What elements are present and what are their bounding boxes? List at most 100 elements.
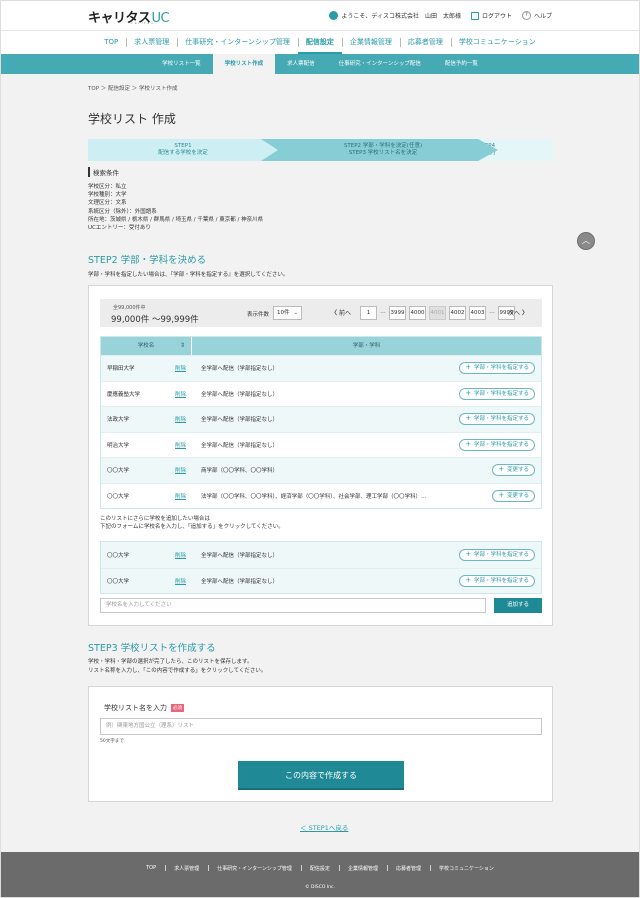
subnav-job-delivery[interactable]: 求人票配信 xyxy=(275,54,327,74)
school-name-input[interactable]: 学校名を入力してください xyxy=(100,598,486,613)
total-count: 全99,000件中 xyxy=(113,305,146,311)
plus-icon: ＋ xyxy=(465,365,471,372)
chevron-down-icon: ⌄ xyxy=(293,310,298,316)
delete-link[interactable]: 削除 xyxy=(175,577,192,585)
delete-link[interactable]: 削除 xyxy=(175,441,192,449)
specify-department-button[interactable]: ＋学部・学科を指定する xyxy=(459,438,535,451)
change-button[interactable]: ＋変更する xyxy=(492,489,535,502)
sub-nav: 学校リスト一覧 学校リスト作成 求人票配信 仕事研究・インターンシップ配信 配信… xyxy=(0,54,640,74)
step2-title: STEP2 学部・学科を決める xyxy=(88,255,207,266)
footer-link-school-comm[interactable]: 学校コミュニケーション xyxy=(429,865,503,872)
header: キャリタスUC c a r i t a s ようこそ、ディスコ株式会社 山田 太… xyxy=(0,0,640,30)
scroll-top-button[interactable]: ︿ xyxy=(577,232,595,250)
step3-title: STEP3 学校リストを作成する xyxy=(88,643,216,654)
specify-department-button[interactable]: ＋学部・学科を指定する xyxy=(459,362,535,375)
conditions-list: 学校区分：私立 学校種別：大学 文理区分：文系 系統区分（除外）：外国語系 所在… xyxy=(88,184,264,232)
footer-link-company[interactable]: 企業情報管理 xyxy=(338,865,387,872)
plus-icon: ＋ xyxy=(465,577,471,584)
chevron-right-icon: 〉 xyxy=(521,310,528,317)
logo[interactable]: キャリタスUC xyxy=(88,7,170,26)
page-button[interactable]: 4002 xyxy=(449,306,466,320)
delete-link[interactable]: 削除 xyxy=(175,551,192,559)
user-icon xyxy=(329,11,339,20)
page-button[interactable]: 1 xyxy=(360,306,377,320)
change-button[interactable]: ＋変更する xyxy=(492,464,535,477)
table-row: 〇〇大学 削除 商学部（〇〇学科、〇〇学科） ＋変更する xyxy=(101,457,541,483)
copyright: © DISCO Inc. xyxy=(305,885,335,890)
added-school-table: 〇〇大学 削除 全学部へ配信（学部指定なし） ＋学部・学科を指定する 〇〇大学 … xyxy=(100,541,542,594)
logo-subtitle: c a r i t a s xyxy=(131,21,154,25)
main-nav: TOP 求人票管理 仕事研究・インターンシップ管理 配信設定 企業情報管理 応募… xyxy=(0,30,640,54)
chevron-left-icon: 〈 xyxy=(331,310,338,317)
column-department: 学部・学科 xyxy=(352,343,381,349)
page-button[interactable]: 3999 xyxy=(389,306,406,320)
table-header: 学校名 ⇕ 学部・学科 xyxy=(101,337,541,355)
specify-department-button[interactable]: ＋学部・学科を指定する xyxy=(459,387,535,400)
pager-next[interactable]: 次へ 〉 xyxy=(508,308,528,317)
delete-link[interactable]: 削除 xyxy=(175,492,192,500)
pager-bar: 全99,000件中 99,000件 ～99,999件 表示件数 10件 ⌄ 〈 前… xyxy=(100,299,542,327)
welcome-text: ようこそ、ディスコ株式会社 山田 太郎様 xyxy=(341,13,461,20)
subnav-scheduled[interactable]: 配信予約一覧 xyxy=(433,54,490,74)
table-row: 慶應義塾大学 削除 全学部へ配信（学部指定なし） ＋学部・学科を指定する xyxy=(101,380,541,406)
footer-link-applicants[interactable]: 応募者管理 xyxy=(386,865,430,872)
plus-icon: ＋ xyxy=(465,416,471,423)
breadcrumb[interactable]: TOP ＞ 配信設定 ＞ 学校リスト作成 xyxy=(88,84,178,92)
pager-prev[interactable]: 〈 前へ xyxy=(331,308,351,317)
list-name-input[interactable]: 例）関東地方国公立（理系）リスト xyxy=(100,718,542,735)
display-count-label: 表示件数 xyxy=(247,312,270,318)
nav-job-posting[interactable]: 求人票管理 xyxy=(126,31,177,54)
table-row: 〇〇大学 削除 法学部（〇〇学科、〇〇学科）、経済学部（〇〇学科）、社会学部、理… xyxy=(101,482,541,508)
nav-top[interactable]: TOP xyxy=(96,31,126,54)
step2-description: 学部・学科を指定したい場合は、『学部・学科を指定する』を選択してください。 xyxy=(88,272,289,278)
footer-link-internship[interactable]: 仕事研究・インターンシップ管理 xyxy=(208,865,301,872)
conditions-title: 検索条件 xyxy=(88,167,119,177)
table-row: 早稲田大学 削除 全学部へ配信（学部指定なし） ＋学部・学科を指定する xyxy=(101,355,541,381)
nav-delivery-settings[interactable]: 配信設定 xyxy=(297,31,342,54)
page-ellipsis: … xyxy=(489,309,495,315)
add-school-note: このリストにさらに学校を追加したい場合は 下記のフォームに学校名を入力し、「追加… xyxy=(100,516,284,530)
subnav-school-list[interactable]: 学校リスト一覧 xyxy=(150,54,213,74)
footer-link-job-posting[interactable]: 求人票管理 xyxy=(165,865,208,872)
sort-icon[interactable]: ⇕ xyxy=(180,337,185,355)
specify-department-button[interactable]: ＋学部・学科を指定する xyxy=(459,574,535,587)
display-count-select[interactable]: 10件 ⌄ xyxy=(273,306,302,320)
nav-internship[interactable]: 仕事研究・インターンシップ管理 xyxy=(177,31,298,54)
specify-department-button[interactable]: ＋学部・学科を指定する xyxy=(459,548,535,561)
add-school-button[interactable]: 追加する xyxy=(494,598,542,613)
table-row: 〇〇大学 削除 全学部へ配信（学部指定なし） ＋学部・学科を指定する xyxy=(101,567,541,593)
school-list-card: 全99,000件中 99,000件 ～99,999件 表示件数 10件 ⌄ 〈 前… xyxy=(88,285,553,626)
back-to-step1-link[interactable]: ＜ STEP1へ戻る xyxy=(300,822,348,832)
page-ellipsis: … xyxy=(380,309,386,315)
delete-link[interactable]: 削除 xyxy=(175,415,192,423)
plus-icon: ＋ xyxy=(465,551,471,558)
footer-link-top[interactable]: TOP xyxy=(137,865,165,872)
step3-description: 学校・学科・学部の選択が完了したら、このリストを保存します。 リスト名称を入力し… xyxy=(88,659,267,674)
nav-applicants[interactable]: 応募者管理 xyxy=(399,31,451,54)
nav-school-communication[interactable]: 学校コミュニケーション xyxy=(450,31,544,54)
logout-link[interactable]: ログアウト xyxy=(482,11,512,20)
delete-link[interactable]: 削除 xyxy=(175,466,192,474)
list-name-card: 学校リスト名を入力 必須 例）関東地方国公立（理系）リスト 50文字まで この内容… xyxy=(88,686,553,802)
chevron-up-icon: ︿ xyxy=(582,236,590,245)
plus-icon: ＋ xyxy=(465,441,471,448)
subnav-internship-delivery[interactable]: 仕事研究・インターンシップ配信 xyxy=(327,54,433,74)
nav-company-info[interactable]: 企業情報管理 xyxy=(341,31,400,54)
help-link[interactable]: ヘルプ xyxy=(534,11,552,20)
column-school-name[interactable]: 学校名 ⇕ xyxy=(101,337,192,355)
page-button[interactable]: 4003 xyxy=(469,306,486,320)
help-icon[interactable]: ? xyxy=(521,11,531,20)
list-name-hint: 50文字まで xyxy=(100,739,124,744)
delete-link[interactable]: 削除 xyxy=(175,390,192,398)
footer-link-delivery[interactable]: 配信設定 xyxy=(300,865,339,872)
page-button[interactable]: 4000 xyxy=(409,306,426,320)
create-button[interactable]: この内容で作成する xyxy=(238,761,404,790)
plus-icon: ＋ xyxy=(498,467,504,474)
subnav-create-list[interactable]: 学校リスト作成 xyxy=(212,54,276,74)
pager-pages: 1 … 3999 4000 4001 4002 4003 … 9999 xyxy=(360,306,518,320)
page-current: 4001 xyxy=(429,306,446,320)
logout-icon[interactable] xyxy=(470,11,479,20)
specify-department-button[interactable]: ＋学部・学科を指定する xyxy=(459,413,535,426)
school-table: 学校名 ⇕ 学部・学科 早稲田大学 削除 全学部へ配信（学部指定なし） ＋学部・学… xyxy=(100,336,542,509)
delete-link[interactable]: 削除 xyxy=(175,364,192,372)
